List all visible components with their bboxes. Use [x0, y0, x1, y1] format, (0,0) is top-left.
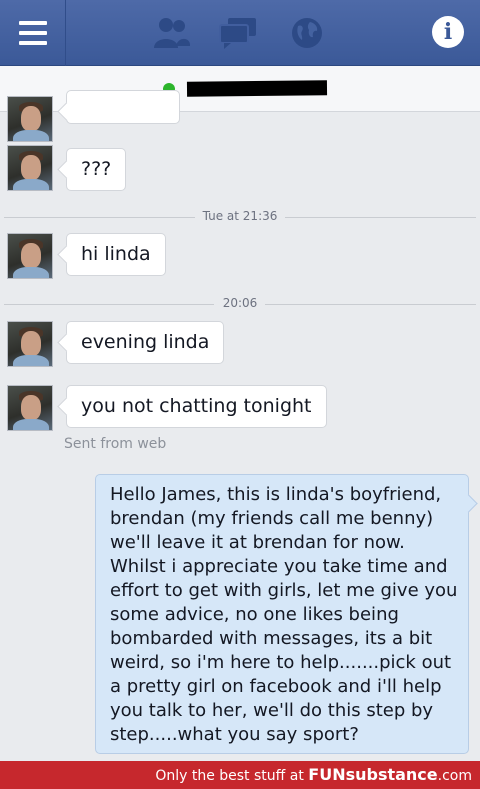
friends-icon[interactable] [152, 16, 192, 50]
timestamp-label: Tue at 21:36 [194, 209, 286, 223]
messages-icon[interactable] [218, 16, 258, 50]
reply-message-bubble: Hello James, this is linda's boyfriend, … [95, 474, 469, 754]
message-bubble: evening linda [66, 321, 225, 364]
avatar[interactable] [7, 321, 53, 367]
footer-brand: FUNsubstance [308, 765, 438, 784]
message-bubble: ??? [66, 148, 127, 191]
redacted-contact-name [186, 80, 328, 97]
avatar[interactable] [7, 385, 53, 431]
watermark-footer: Only the best stuff at FUNsubstance.com [0, 761, 480, 789]
hamburger-menu-icon[interactable] [0, 0, 66, 66]
footer-domain: .com [437, 768, 472, 784]
message-bubble [66, 90, 180, 124]
top-navigation-bar: i [0, 0, 480, 66]
footer-tagline: Only the best stuff at [155, 768, 304, 784]
message-bubble: you not chatting tonight [66, 385, 327, 428]
avatar[interactable] [7, 96, 53, 142]
avatar[interactable] [7, 233, 53, 279]
globe-icon[interactable] [290, 16, 324, 50]
timestamp-divider: 20:06 [0, 294, 480, 314]
timestamp-divider: Tue at 21:36 [0, 207, 480, 227]
sent-from-label: Sent from web [64, 436, 167, 452]
avatar[interactable] [7, 145, 53, 191]
info-icon[interactable]: i [432, 16, 464, 48]
timestamp-label: 20:06 [214, 296, 266, 310]
message-bubble: hi linda [66, 233, 166, 276]
